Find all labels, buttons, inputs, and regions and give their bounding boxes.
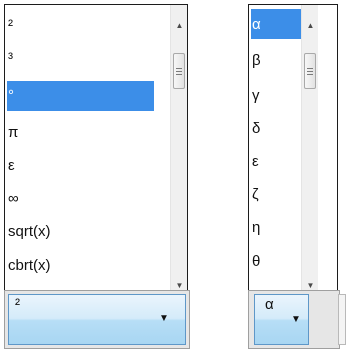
symbol-list: ² ³ ° π ε ∞ sqrt(x) cbrt(x) ▲ ▼ xyxy=(4,4,188,292)
symbol-combo-box[interactable]: ² ▼ xyxy=(8,294,186,345)
combo-value: ² xyxy=(15,296,20,313)
list-item[interactable]: ∞ xyxy=(7,181,154,214)
grip-icon xyxy=(176,67,182,75)
greek-dropdown-panel: α β γ δ ε ζ η θ ▲ ▼ α ▼ xyxy=(248,4,346,349)
list-item[interactable]: β xyxy=(251,44,301,77)
adjacent-control-edge xyxy=(338,294,346,345)
greek-list: α β γ δ ε ζ η θ ▲ ▼ xyxy=(248,4,338,292)
list-item[interactable]: cbrt(x) xyxy=(7,249,154,282)
list-item-selected[interactable]: α xyxy=(251,9,301,39)
list-item[interactable]: η xyxy=(251,210,301,243)
greek-combo-box[interactable]: α ▼ xyxy=(254,294,309,345)
list-item[interactable]: ε xyxy=(7,148,154,181)
list-item[interactable]: γ xyxy=(251,78,301,111)
list-item[interactable]: δ xyxy=(251,111,301,144)
list-item[interactable]: π xyxy=(7,115,154,148)
chevron-down-icon[interactable]: ▼ xyxy=(291,315,301,325)
list-item-selected[interactable]: ° xyxy=(7,81,154,111)
vertical-scrollbar[interactable]: ▲ ▼ xyxy=(170,5,187,291)
scroll-up-arrow-icon[interactable]: ▲ xyxy=(171,17,187,34)
combo-value: α xyxy=(265,296,274,313)
scroll-thumb[interactable] xyxy=(304,53,316,89)
symbol-dropdown-panel: ² ³ ° π ε ∞ sqrt(x) cbrt(x) ▲ ▼ ² ▼ xyxy=(4,4,190,349)
grip-icon xyxy=(307,67,313,75)
scroll-up-arrow-icon[interactable]: ▲ xyxy=(302,17,319,34)
scroll-thumb[interactable] xyxy=(173,53,185,89)
list-item[interactable]: ε xyxy=(251,144,301,177)
list-item[interactable]: ² xyxy=(7,9,154,42)
list-item[interactable]: ³ xyxy=(7,42,154,75)
vertical-scrollbar[interactable]: ▲ ▼ xyxy=(301,5,318,291)
list-item[interactable]: θ xyxy=(251,245,301,278)
list-item[interactable]: ζ xyxy=(251,177,301,210)
list-item[interactable]: sqrt(x) xyxy=(7,215,154,248)
chevron-down-icon[interactable]: ▼ xyxy=(159,314,169,324)
